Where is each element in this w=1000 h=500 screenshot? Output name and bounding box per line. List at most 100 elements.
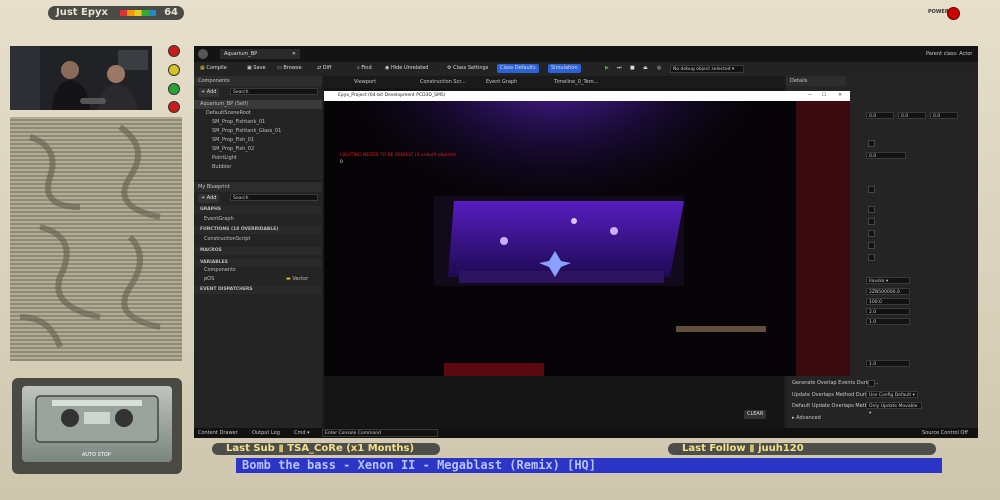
source-control-status[interactable]: Source Control Off (922, 430, 968, 436)
checkbox[interactable] (868, 206, 875, 213)
console-input[interactable]: Enter Console Command (322, 429, 438, 437)
separator-icon: ▮ (749, 443, 759, 454)
value-field[interactable]: 2ZN500000.0 (866, 288, 910, 295)
step-icon[interactable]: ⏭ (614, 64, 625, 73)
variable-type-label: Vector (292, 276, 309, 282)
tab-timeline[interactable]: Timeline_0_Tem... (550, 77, 602, 87)
chevron-down-icon: ▾ (912, 393, 915, 398)
chevron-down-icon: ▾ (731, 67, 735, 72)
x-field[interactable]: 0.0 (866, 112, 894, 119)
component-item[interactable]: SM_Prop_Fish_02 (206, 145, 254, 154)
tab-viewport[interactable]: Viewport (350, 77, 380, 87)
functions-count: (18 OVERRIDABLE) (230, 227, 279, 232)
cmd-select[interactable]: Cmd ▾ (294, 430, 310, 436)
checkbox[interactable] (868, 186, 875, 193)
tab-event-graph[interactable]: Event Graph (482, 77, 521, 87)
value-field[interactable]: 1.0 (866, 318, 910, 325)
chevron-down-icon: ▾ (885, 279, 889, 284)
play-icon[interactable]: ▶ (602, 64, 612, 73)
stop-icon[interactable]: ■ (627, 64, 638, 73)
class-settings-button[interactable]: ⚙ Class Settings (444, 64, 491, 73)
component-item[interactable]: PointLight (206, 154, 237, 163)
value-field[interactable]: 2.0 (866, 308, 910, 315)
select-value: Use Config Default (869, 393, 912, 398)
variable-pos[interactable]: pOS (198, 275, 214, 284)
debug-object-select[interactable]: No debug object selected ▾ (670, 65, 744, 73)
update-overlap-select[interactable]: Use Config Default ▾ (866, 391, 918, 398)
save-label: Save (253, 65, 266, 71)
component-item[interactable]: SM_Prop_Fish_01 (206, 136, 254, 145)
clear-button[interactable]: CLEAR (744, 410, 767, 419)
advanced-section[interactable]: ▸ Advanced (792, 415, 821, 421)
event-dispatchers-section[interactable]: EVENT DISPATCHERS (194, 286, 322, 294)
document-tabs: Viewport Construction Scr... Event Graph… (324, 76, 784, 88)
maximize-icon[interactable]: ☐ (822, 91, 826, 101)
last-sub-label: Last Sub (226, 443, 275, 454)
hide-unrelated-button[interactable]: ◉ Hide Unrelated (382, 64, 431, 73)
checkbox[interactable] (868, 230, 875, 237)
default-update-select[interactable]: Only Update Movable ▾ (866, 402, 922, 416)
y-field[interactable]: 0.0 (898, 112, 926, 119)
hide-unrelated-label: Hide Unrelated (390, 65, 429, 71)
checkbox[interactable] (868, 218, 875, 225)
checkbox[interactable] (868, 140, 875, 147)
blueprint-add-button[interactable]: + Add (198, 194, 220, 203)
component-label: SM_Prop_Fish_02 (212, 146, 255, 152)
component-label: SM_Prop_Fishtank_Glass_01 (212, 128, 282, 134)
tab-aquarium-bp[interactable]: Aquarium_BP ✕ (220, 49, 300, 59)
diff-button[interactable]: ⇄ Diff (314, 64, 334, 73)
component-label: SM_Prop_Fish_01 (212, 137, 255, 143)
blueprint-search-input[interactable]: Search (230, 194, 318, 201)
minimize-icon[interactable]: — (808, 91, 813, 101)
eject-icon[interactable]: ⏏ (640, 64, 651, 73)
component-item[interactable]: DefaultSceneRoot (200, 109, 251, 118)
component-label: Bubbler (212, 164, 232, 170)
asset-tab-label: Aquarium_BP (224, 51, 258, 57)
class-defaults-label: Class Defaults (500, 65, 536, 71)
find-button[interactable]: ⌕ Find (354, 64, 375, 73)
component-item[interactable]: Bubbler (206, 163, 231, 172)
checkbox[interactable] (868, 242, 875, 249)
components-category[interactable]: Components (198, 266, 236, 275)
components-add-button[interactable]: + Add (198, 88, 220, 97)
red-lamp-top (168, 45, 180, 57)
content-drawer-button[interactable]: Content Drawer (198, 430, 238, 436)
editor-title-row: Aquarium_BP ✕ Parent class: Actor (194, 46, 978, 62)
content-drawer-label: Content Drawer (198, 430, 238, 436)
value-b-field[interactable]: 1.0 (866, 360, 910, 367)
browse-button[interactable]: ▭ Browse (274, 64, 305, 73)
camera-icon[interactable]: ◎ (654, 64, 664, 73)
generate-overlap-checkbox[interactable] (868, 380, 875, 387)
cmd-label: Cmd (294, 430, 306, 436)
tab-construction-script[interactable]: Construction Scr... (416, 77, 470, 87)
save-button[interactable]: ▣ Save (244, 64, 269, 73)
component-item[interactable]: SM_Prop_Fishtank_01 (206, 118, 265, 127)
z-field[interactable]: 0.0 (930, 112, 958, 119)
close-icon[interactable]: ✕ (838, 91, 842, 101)
component-item-self[interactable]: Aquarium_BP (Self) (194, 100, 322, 109)
components-title: Components (198, 78, 230, 84)
dropdown-field[interactable]: Ilovsko ▾ (866, 277, 910, 284)
channel-title-bar: Just Epyx 64 (48, 6, 184, 20)
construction-script-item[interactable]: ConstructionScript (198, 235, 250, 244)
value-field[interactable]: 100.0 (866, 298, 910, 305)
checkbox[interactable] (868, 254, 875, 261)
component-item[interactable]: SM_Prop_Fishtank_Glass_01 (206, 127, 281, 136)
graphs-section[interactable]: GRAPHS (194, 206, 322, 214)
close-tab-icon[interactable]: ✕ (292, 49, 296, 59)
class-defaults-button[interactable]: Class Defaults (497, 64, 539, 73)
game-window-title: Epyx_Project (64-bit Development PCD3D_S… (324, 91, 850, 101)
component-label: PointLight (212, 155, 237, 161)
power-button (947, 7, 960, 20)
event-graph-item[interactable]: EventGraph (198, 215, 234, 224)
simulation-button[interactable]: Simulation (548, 64, 581, 73)
functions-section[interactable]: FUNCTIONS (18 OVERRIDABLE) (194, 226, 322, 234)
green-lamp (168, 83, 180, 95)
output-log-button[interactable]: Output Log (252, 430, 280, 436)
value-a-field[interactable]: 0.0 (866, 152, 906, 159)
compile-button[interactable]: ▦ Compile (197, 64, 230, 73)
tab-label: Construction Scr... (420, 79, 466, 85)
components-search-input[interactable]: Search (230, 88, 318, 95)
macros-section[interactable]: MACROS (194, 247, 322, 255)
component-label: SM_Prop_Fishtank_01 (212, 119, 266, 125)
